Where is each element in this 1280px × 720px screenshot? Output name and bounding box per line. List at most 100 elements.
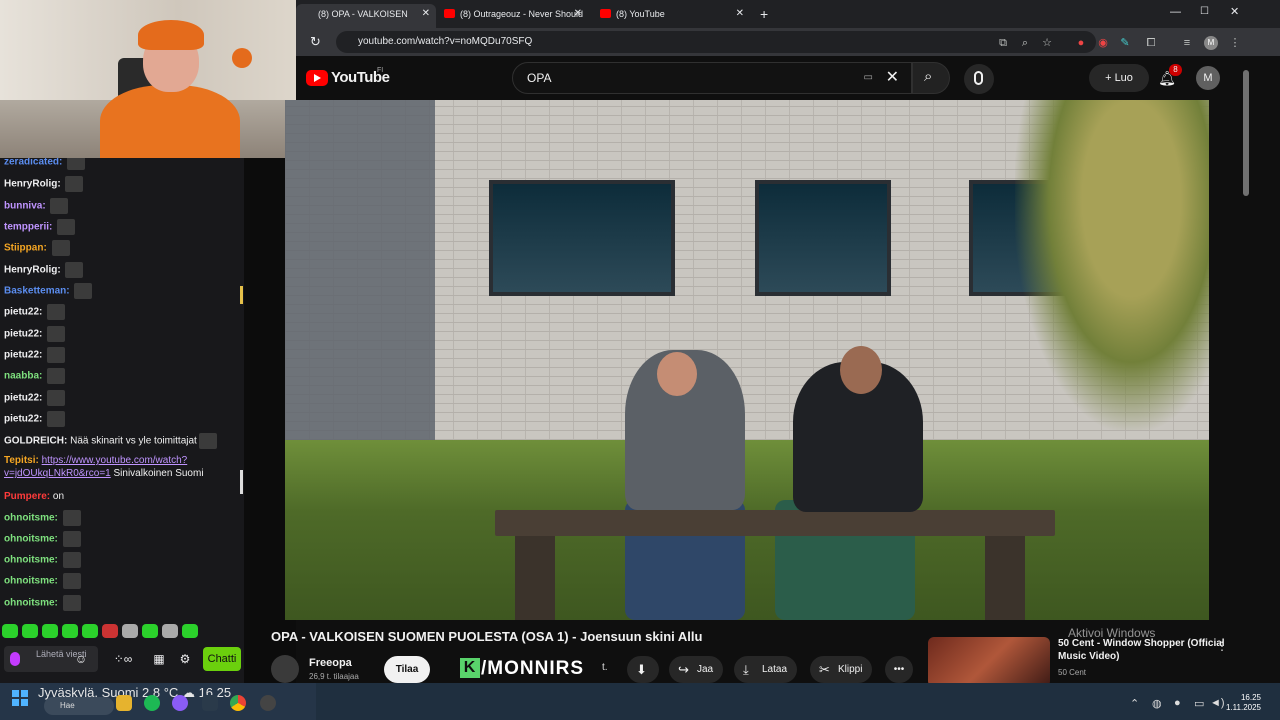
emoji-icon[interactable]: ☺ — [74, 652, 88, 666]
chat-username[interactable]: Stiippan: — [4, 243, 47, 254]
close-tab-icon[interactable]: ✕ — [574, 4, 582, 24]
chat-username[interactable]: pietu22: — [4, 350, 42, 361]
extension-icon[interactable]: ● — [1074, 36, 1088, 50]
tab-youtube[interactable]: (8) YouTube ✕ — [594, 4, 750, 28]
discord-icon[interactable] — [172, 695, 188, 711]
chat-username[interactable]: naabba: — [4, 371, 42, 382]
spotify-icon[interactable] — [144, 695, 160, 711]
chrome-icon[interactable] — [230, 695, 246, 711]
extension-icon[interactable]: ✎ — [1118, 36, 1132, 50]
emote-image[interactable] — [74, 283, 93, 299]
chat-username[interactable]: pietu22: — [4, 414, 42, 425]
minimize-icon[interactable]: — — [1170, 6, 1181, 18]
chat-username[interactable]: pietu22: — [4, 307, 42, 318]
settings-icon[interactable]: ⚙ — [178, 652, 192, 666]
reload-icon[interactable]: ↻ — [310, 34, 321, 50]
zoom-icon[interactable]: ⌕ — [1018, 36, 1032, 50]
emote-image[interactable] — [62, 595, 81, 611]
download-button[interactable]: ⤓ Lataa — [734, 656, 798, 683]
volume-icon[interactable]: ◄) — [1210, 697, 1225, 709]
store-icon[interactable]: ▦ — [152, 652, 166, 666]
emote-image[interactable] — [47, 390, 66, 406]
emote-image[interactable] — [47, 347, 66, 363]
maximize-icon[interactable]: ☐ — [1200, 6, 1209, 17]
steam-icon[interactable] — [202, 695, 218, 711]
chat-send-button[interactable]: Chatti — [203, 647, 241, 671]
emote-image[interactable] — [65, 176, 84, 192]
video-player[interactable] — [285, 100, 1209, 620]
create-button[interactable]: + Luo — [1089, 64, 1149, 92]
chat-username[interactable]: pietu22: — [4, 393, 42, 404]
new-tab-icon[interactable]: + — [760, 6, 768, 22]
emote-image[interactable] — [57, 219, 76, 235]
related-menu-icon[interactable]: ⋮ — [1216, 639, 1228, 653]
youtube-logo-icon[interactable] — [306, 70, 328, 86]
subscribe-button[interactable]: Tilaa — [384, 656, 430, 683]
close-tab-icon[interactable]: ✕ — [736, 4, 744, 24]
related-video-title[interactable]: 50 Cent - Window Shopper (Official Music… — [1058, 637, 1228, 663]
file-explorer-icon[interactable] — [116, 695, 132, 711]
more-actions-button[interactable]: ••• — [885, 656, 913, 683]
clear-search-icon[interactable]: ✕ — [886, 63, 899, 93]
mic-icon[interactable] — [10, 652, 20, 666]
search-button[interactable]: ⌕ — [912, 62, 950, 94]
chat-username[interactable]: pietu22: — [4, 329, 42, 340]
chat-username[interactable]: ohnoitsme: — [4, 598, 58, 609]
share-button[interactable]: ↪ Jaa — [669, 656, 724, 683]
emote-image[interactable] — [62, 573, 81, 589]
chat-username[interactable]: bunniva: — [4, 201, 46, 212]
emote-image[interactable] — [47, 368, 66, 384]
points-icon[interactable]: ⁘∞ — [108, 652, 138, 666]
emote-image[interactable] — [47, 411, 66, 427]
extension-icon[interactable]: ◉ — [1096, 36, 1110, 50]
obs-icon[interactable] — [260, 695, 276, 711]
scrollbar-thumb[interactable] — [1243, 70, 1249, 196]
address-bar[interactable]: youtube.com/watch?v=noMQDu70SFQ — [336, 31, 1096, 53]
clip-button[interactable]: ✂ Klippi — [810, 656, 873, 683]
emote-image[interactable] — [65, 262, 84, 278]
search-input[interactable]: OPA ▭ ✕ — [512, 62, 912, 94]
emote-bar[interactable] — [0, 621, 244, 641]
emote-image[interactable] — [62, 531, 81, 547]
chat-username[interactable]: Pumpere: — [4, 491, 50, 502]
tray-app-icon[interactable]: ◍ — [1152, 697, 1162, 710]
media-control-icon[interactable]: ≡ — [1180, 36, 1194, 50]
emote-image[interactable] — [47, 326, 66, 342]
emote-image[interactable] — [47, 304, 66, 320]
chat-link[interactable]: https://www.youtube.com/watch? — [42, 455, 188, 466]
related-video-thumbnail[interactable] — [928, 637, 1050, 687]
tray-chevron-icon[interactable]: ⌃ — [1130, 697, 1139, 710]
install-icon[interactable]: ⧉ — [996, 36, 1010, 50]
emote-image[interactable] — [67, 158, 86, 170]
windows-start-icon[interactable] — [12, 690, 28, 706]
chat-username[interactable]: ohnoitsme: — [4, 576, 58, 587]
chat-username[interactable]: GOLDREICH: — [4, 436, 67, 447]
chat-username[interactable]: zeradicated: — [4, 158, 62, 168]
chat-username[interactable]: HenryRolig: — [4, 179, 61, 190]
channel-avatar[interactable] — [271, 655, 299, 683]
chat-username[interactable]: HenryRolig: — [4, 265, 61, 276]
close-tab-icon[interactable]: ✕ — [422, 4, 430, 24]
dislike-button[interactable]: ⬇ — [627, 656, 659, 683]
tab-active[interactable]: (8) OPA - VALKOISEN SUOM ✕ — [296, 4, 436, 39]
voice-search-button[interactable] — [964, 64, 994, 94]
emote-image[interactable] — [62, 510, 81, 526]
channel-name[interactable]: Freeopa — [309, 657, 352, 669]
emote-image[interactable] — [198, 433, 217, 449]
bookmark-star-icon[interactable]: ☆ — [1040, 36, 1054, 50]
browser-menu-icon[interactable]: ⋮ — [1228, 36, 1242, 50]
chat-username[interactable]: ohnoitsme: — [4, 513, 58, 524]
network-icon[interactable]: ▭ — [1194, 697, 1204, 710]
emote-image[interactable] — [62, 552, 81, 568]
tray-mic-icon[interactable]: ● — [1174, 697, 1181, 709]
emote-image[interactable] — [51, 240, 70, 256]
emote-image[interactable] — [50, 198, 69, 214]
chat-username[interactable]: Basketteman: — [4, 286, 70, 297]
taskbar-search[interactable]: Hae — [44, 697, 114, 715]
chat-link-continued[interactable]: v=jdOUkqLNkR0&rco=1 — [4, 468, 111, 479]
extensions-puzzle-icon[interactable]: ⧠ — [1144, 36, 1158, 50]
related-video-channel[interactable]: 50 Cent — [1058, 668, 1086, 677]
like-count[interactable]: t. — [602, 662, 608, 673]
chat-username[interactable]: Tepitsi: — [4, 455, 39, 466]
system-clock[interactable]: 16.25 1.11.2025 — [1226, 693, 1261, 713]
